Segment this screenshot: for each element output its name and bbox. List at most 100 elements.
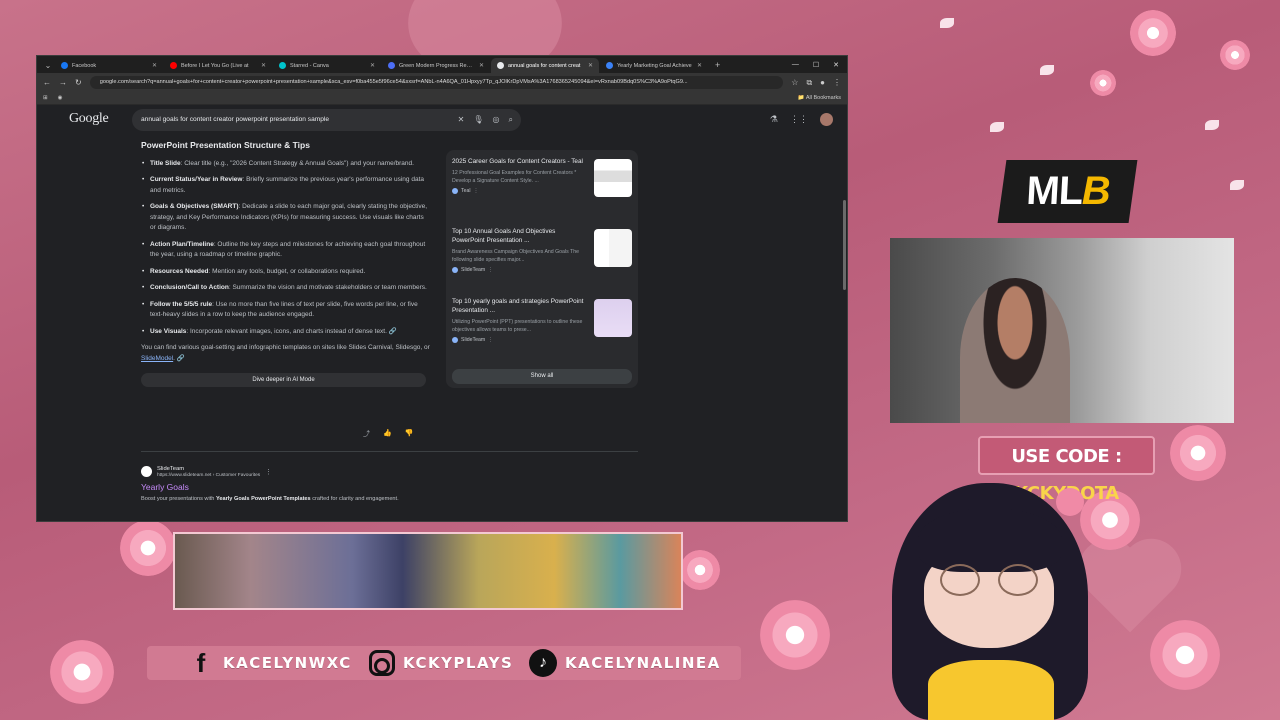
show-all-button[interactable]: Show all (452, 369, 632, 384)
list-item: Follow the 5/5/5 rule: Use no more than … (141, 300, 431, 321)
all-bookmarks-link[interactable]: 📁 All Bookmarks (798, 95, 841, 101)
site-favicon-icon (141, 466, 152, 477)
heart-decoration (1087, 547, 1173, 633)
microphone-icon[interactable]: 🎙 (473, 109, 483, 131)
tab[interactable]: Before I Let You Go (Live at ✕ (164, 58, 272, 73)
site-icon (452, 188, 458, 194)
source-desc: 12 Professional Goal Examples for Conten… (452, 170, 577, 184)
reload-icon[interactable]: ↻ (75, 78, 82, 87)
result-site[interactable]: SlideTeam https://www.slideteam.net › Cu… (141, 465, 641, 478)
address-bar: ← → ↻ google.com/search?q=annual+goals+f… (37, 73, 847, 92)
url-field[interactable]: google.com/search?q=annual+goals+for+con… (89, 76, 784, 89)
browser-window: ⌄ Facebook ✕ Before I Let You Go (Live a… (36, 55, 848, 522)
result-url: https://www.slideteam.net › Customer Fav… (157, 473, 261, 478)
star-icon[interactable]: ☆ (791, 78, 798, 87)
thumbs-down-icon[interactable]: 👎 (405, 429, 414, 439)
forward-icon[interactable]: → (59, 78, 67, 87)
blossom-decoration (1130, 10, 1176, 56)
source-card[interactable]: Top 10 Annual Goals And Objectives Power… (452, 227, 632, 297)
social-tiktok: ♪ KACELYNALINEA (529, 649, 721, 677)
blossom-decoration (760, 600, 830, 670)
tab-search-icon[interactable]: ⌄ (41, 59, 55, 73)
menu-icon[interactable]: ⋮ (833, 78, 841, 87)
tab[interactable]: Starred - Canva ✕ (273, 58, 381, 73)
desc-text: Boost your presentations with (141, 496, 216, 502)
close-icon[interactable]: ✕ (588, 62, 593, 69)
petal-decoration (1040, 65, 1054, 75)
lens-icon[interactable]: ◎ (493, 109, 500, 131)
game-artwork-banner (173, 532, 683, 610)
link-icon[interactable]: 🔗 (177, 355, 185, 362)
globe-icon[interactable]: ◉ (58, 95, 63, 101)
close-icon[interactable]: ✕ (479, 62, 484, 69)
minimize-icon[interactable]: — (792, 61, 799, 69)
tab-title: Yearly Marketing Goal Achieve (617, 62, 692, 69)
thumbs-up-icon[interactable]: 👍 (383, 429, 392, 439)
search-icon[interactable]: ⌕ (509, 109, 513, 131)
source-card[interactable]: 2025 Career Goals for Content Creators -… (452, 157, 632, 227)
dive-deeper-button[interactable]: Dive deeper in AI Mode (141, 373, 426, 387)
google-logo[interactable]: Google (69, 111, 109, 127)
result-site-name: SlideTeam (157, 466, 185, 472)
apps-grid-icon[interactable]: ⋮⋮ (790, 114, 808, 125)
blossom-decoration (680, 550, 720, 590)
tab-bar: ⌄ Facebook ✕ Before I Let You Go (Live a… (37, 56, 847, 73)
petal-decoration (1230, 180, 1244, 190)
footer-end: . (173, 354, 175, 362)
google-header: Google annual goals for content creator … (37, 105, 847, 133)
extensions-icon[interactable]: ⧉ (806, 78, 812, 88)
close-icon[interactable]: ✕ (370, 62, 375, 69)
source-name: SlideTeam (461, 337, 486, 343)
close-icon[interactable]: ✕ (152, 62, 157, 69)
avatar-fringe (918, 508, 1062, 572)
item-title: Goals & Objectives (SMART) (150, 203, 239, 210)
tab[interactable]: Facebook ✕ (55, 58, 163, 73)
back-icon[interactable]: ← (43, 78, 51, 87)
new-tab-button[interactable]: + (709, 58, 726, 73)
search-results-page: Google annual goals for content creator … (37, 105, 847, 521)
item-text: : Mention any tools, budget, or collabor… (208, 267, 366, 275)
ai-overview-footer: You can find various goal-setting and in… (141, 343, 431, 364)
divider (141, 451, 638, 452)
result-title-link[interactable]: Yearly Goals (141, 482, 641, 492)
list-item: Current Status/Year in Review: Briefly s… (141, 175, 431, 196)
facebook-handle: KACELYNWXC (223, 654, 352, 672)
close-window-icon[interactable]: ✕ (833, 61, 839, 69)
item-title: Resources Needed (150, 267, 209, 275)
search-result: SlideTeam https://www.slideteam.net › Cu… (141, 465, 641, 502)
search-input[interactable]: annual goals for content creator powerpo… (132, 109, 521, 131)
blossom-decoration (1150, 620, 1220, 690)
link-icon[interactable]: 🔗 (389, 328, 397, 335)
avatar-glasses-left (940, 564, 980, 596)
footer-text: You can find various goal-setting and in… (141, 344, 430, 351)
share-icon[interactable]: ⤴ (363, 429, 370, 439)
tab[interactable]: Green Modern Progress Report ✕ (382, 58, 490, 73)
petal-decoration (940, 18, 954, 28)
apps-icon[interactable]: ⊞ (43, 95, 48, 101)
tab-favicon-icon (61, 62, 68, 69)
desc-text: crafted for clarity and engagement. (310, 496, 399, 502)
site-icon (452, 267, 458, 273)
tab[interactable]: Yearly Marketing Goal Achieve ✕ (600, 58, 708, 73)
list-item: Use Visuals: Incorporate relevant images… (141, 327, 431, 338)
tips-list: Title Slide: Clear title (e.g., "2026 Co… (141, 159, 431, 338)
blossom-decoration (50, 640, 114, 704)
facebook-icon: f (196, 648, 206, 678)
scrollbar[interactable] (843, 200, 846, 290)
labs-icon[interactable]: ⚗ (770, 114, 778, 125)
ai-overview: PowerPoint Presentation Structure & Tips… (141, 140, 431, 387)
clear-icon[interactable]: ✕ (458, 109, 465, 131)
source-title: 2025 Career Goals for Content Creators -… (452, 158, 583, 165)
maximize-icon[interactable]: ☐ (813, 61, 819, 69)
instagram-icon (369, 650, 395, 676)
more-icon[interactable]: ⋮ (265, 468, 272, 476)
close-icon[interactable]: ✕ (697, 62, 702, 69)
close-icon[interactable]: ✕ (261, 62, 266, 69)
profile-icon[interactable]: ● (820, 78, 825, 87)
tiktok-icon: ♪ (529, 649, 557, 677)
source-card[interactable]: Top 10 yearly goals and strategies Power… (452, 297, 632, 367)
tab-active[interactable]: annual goals for content creat ✕ (491, 58, 599, 73)
slidemodel-link[interactable]: SlideModel (141, 355, 173, 362)
logo-text: MLB (1023, 160, 1110, 223)
account-avatar[interactable] (820, 113, 833, 126)
